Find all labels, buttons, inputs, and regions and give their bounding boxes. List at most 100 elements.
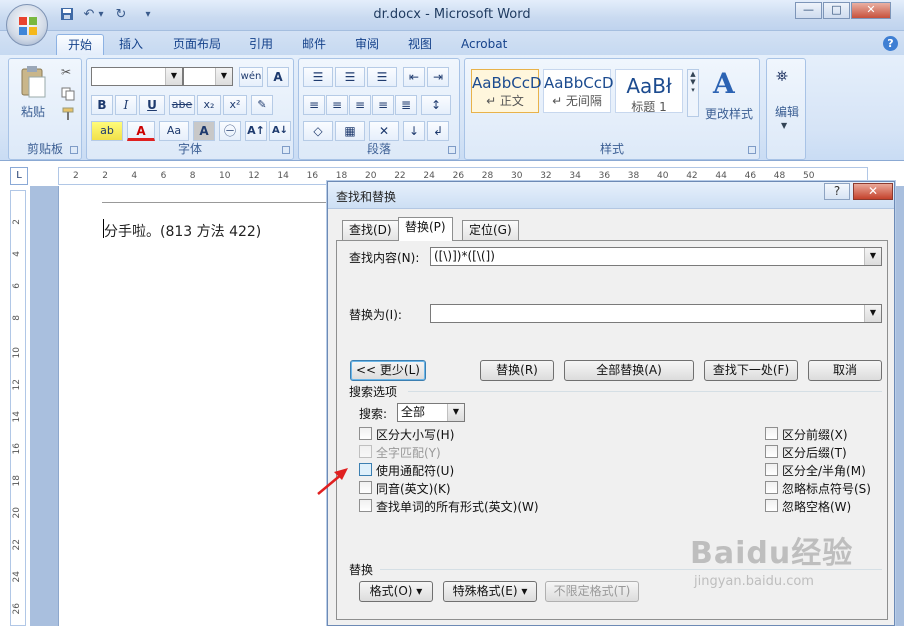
find-input[interactable]: ([\)])*([\(]) ▼ [430,247,882,266]
subscript-button[interactable]: x₂ [197,95,221,115]
change-styles-icon[interactable]: A [713,67,741,100]
tab-replace[interactable]: 替换(P) [398,217,453,241]
match-case-checkbox[interactable] [359,427,372,440]
strikethrough-button[interactable]: abe [169,95,195,115]
font-launcher-icon[interactable] [282,146,290,154]
copy-icon[interactable] [61,87,75,101]
align-center-icon[interactable]: ≡ [326,95,348,115]
font-name-combo[interactable]: ▼ [91,67,183,86]
wildcards-checkbox[interactable] [359,463,372,476]
ignore-spaces-checkbox[interactable] [765,499,778,512]
style-heading-1[interactable]: AaBł 标题 1 [615,69,683,114]
tab-home[interactable]: 开始 [56,34,105,55]
style-no-spacing[interactable]: AaBbCcD ↵ 无间隔 [543,69,614,113]
line-spacing-icon[interactable]: ↕ [421,95,451,115]
restore-button[interactable]: □ [823,2,850,19]
highlight-button[interactable]: ab [91,121,123,141]
multilevel-list-icon[interactable]: ☰ [367,67,397,87]
paste-label[interactable]: 粘贴 [17,103,49,120]
sounds-like-label[interactable]: 同音(英文)(K) [376,480,451,497]
ignore-punctuation-label[interactable]: 忽略标点符号(S) [782,480,871,497]
align-left-icon[interactable]: ≡ [303,95,325,115]
show-marks-icon[interactable]: ↲ [427,121,449,141]
less-button[interactable]: << 更少(L) [350,360,426,381]
numbering-icon[interactable]: ☰ [335,67,365,87]
superscript-button[interactable]: x² [223,95,247,115]
increase-indent-icon[interactable]: ⇥ [427,67,449,87]
ignore-spaces-label[interactable]: 忽略空格(W) [782,498,851,515]
tab-page-layout[interactable]: 页面布局 [162,34,232,55]
tab-references[interactable]: 引用 [238,34,284,55]
italic-button[interactable]: I [115,95,137,115]
bullets-icon[interactable]: ☰ [303,67,333,87]
paste-icon[interactable] [19,65,47,99]
special-format-button[interactable]: 特殊格式(E) ▾ [443,581,537,602]
match-suffix-label[interactable]: 区分后缀(T) [782,444,847,461]
tab-mailings[interactable]: 邮件 [291,34,337,55]
shading-icon[interactable]: ◇ [303,121,333,141]
office-button[interactable] [6,4,48,46]
dialog-title-bar[interactable] [328,182,894,209]
enclose-characters-button[interactable]: ㊀ [219,121,241,141]
find-next-button[interactable]: 查找下一处(F) [704,360,798,381]
font-size-combo[interactable]: ▼ [183,67,233,86]
distributed-icon[interactable]: ≣ [395,95,417,115]
editing-dropdown-icon[interactable]: ▼ [781,121,787,130]
sounds-like-checkbox[interactable] [359,481,372,494]
style-normal[interactable]: AaBbCcD ↵ 正文 [471,69,542,113]
font-color-button[interactable]: A [127,121,155,141]
help-icon[interactable]: ? [883,36,898,51]
vertical-ruler[interactable]: 2 4 6 8 10 12 14 16 18 20 22 24 26 [10,190,26,626]
editing-label[interactable]: 编辑 [769,103,805,120]
replace-button[interactable]: 替换(R) [480,360,554,381]
shrink-font-button[interactable]: A↓ [269,121,291,141]
format-button[interactable]: 格式(O) ▾ [359,581,433,602]
match-suffix-checkbox[interactable] [765,445,778,458]
justify-icon[interactable]: ≡ [372,95,394,115]
phonetic-guide-button[interactable]: wén [239,67,263,87]
tab-acrobat[interactable]: Acrobat [450,34,518,55]
bold-button[interactable]: B [91,95,113,115]
match-prefix-label[interactable]: 区分前缀(X) [782,426,848,443]
document-text[interactable]: 分手啦。(813 方法 422) [104,221,261,241]
ignore-punctuation-checkbox[interactable] [765,481,778,494]
whole-word-label[interactable]: 全字匹配(Y) [376,444,441,461]
borders-icon[interactable]: ▦ [335,121,365,141]
tab-selector[interactable]: L [10,167,28,185]
tab-insert[interactable]: 插入 [108,34,154,55]
clipboard-launcher-icon[interactable] [70,146,78,154]
tab-view[interactable]: 视图 [397,34,443,55]
replace-all-button[interactable]: 全部替换(A) [564,360,694,381]
binoculars-icon[interactable]: ⛯ [776,67,796,87]
match-case-label[interactable]: 区分大小写(H) [376,426,454,443]
scissors-icon[interactable]: ✂ [61,65,75,79]
tab-review[interactable]: 审阅 [344,34,390,55]
no-formatting-button[interactable]: 不限定格式(T) [545,581,639,602]
change-case-button[interactable]: Aa [159,121,189,141]
close-button[interactable]: ✕ [851,2,891,19]
decrease-indent-icon[interactable]: ⇤ [403,67,425,87]
minimize-button[interactable]: — [795,2,822,19]
brush-icon[interactable] [61,107,75,121]
sort-icon[interactable]: ↓ [403,121,425,141]
paragraph-launcher-icon[interactable] [448,146,456,154]
match-prefix-checkbox[interactable] [765,427,778,440]
tab-goto[interactable]: 定位(G) [462,220,519,240]
change-styles-label[interactable]: 更改样式 [701,105,757,122]
whole-word-checkbox[interactable] [359,445,372,458]
wildcards-label[interactable]: 使用通配符(U) [376,462,454,479]
replace-input[interactable]: ▼ [430,304,882,323]
character-shading-button[interactable]: A [193,121,215,141]
character-border-button[interactable]: A [267,67,289,87]
search-direction-select[interactable]: 全部 ▼ [397,403,465,422]
match-width-checkbox[interactable] [765,463,778,476]
align-right-icon[interactable]: ≡ [349,95,371,115]
match-width-label[interactable]: 区分全/半角(M) [782,462,866,479]
styles-launcher-icon[interactable] [748,146,756,154]
all-word-forms-label[interactable]: 查找单词的所有形式(英文)(W) [376,498,539,515]
document-page[interactable] [58,186,338,626]
clear-formatting-button[interactable]: ✎ [251,95,273,115]
all-word-forms-checkbox[interactable] [359,499,372,512]
cancel-button[interactable]: 取消 [808,360,882,381]
styles-scroll[interactable]: ▲ ▼ ▾ [687,69,699,117]
